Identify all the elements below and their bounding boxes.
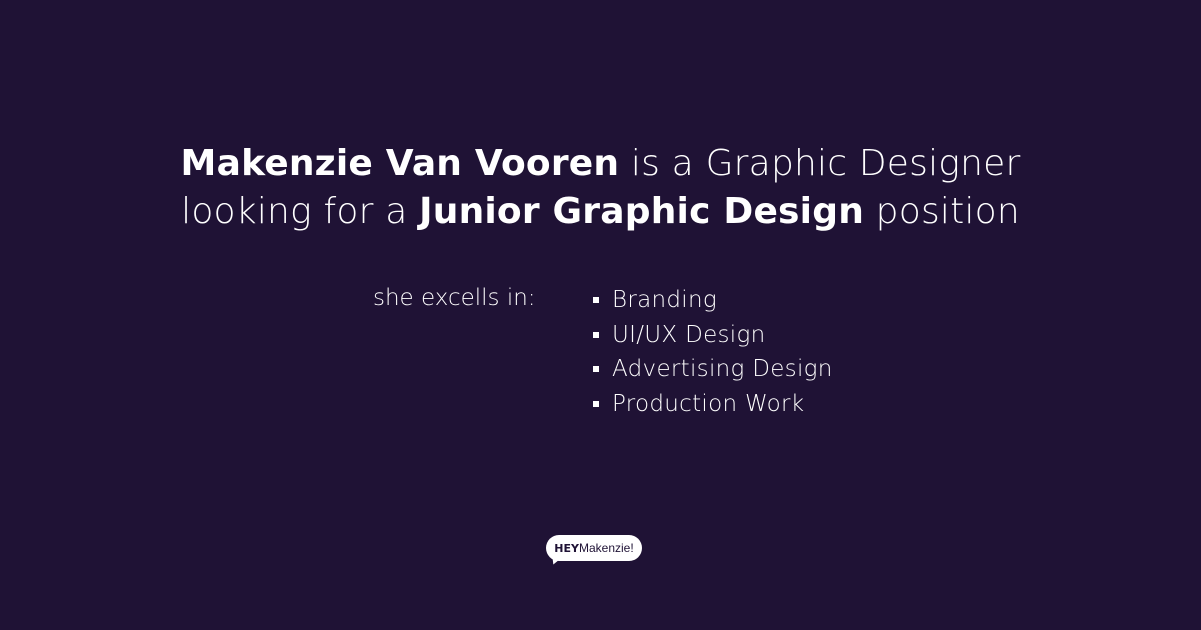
logo-hey-text: HEY [554, 541, 579, 555]
skill-label: UI/UX Design [612, 321, 766, 348]
skill-item-advertising-design: Advertising Design [593, 352, 833, 387]
skill-item-branding: Branding [593, 283, 833, 318]
skill-label: Advertising Design [612, 356, 833, 382]
skill-label: Branding [612, 287, 717, 313]
hey-makenzie-logo: HEY Makenzie! [546, 535, 642, 567]
logo-name-text: Makenzie! [578, 541, 634, 555]
skills-list: Branding UI/UX Design Advertising Design… [593, 283, 833, 421]
headline-line-2: looking for a Junior Graphic Design posi… [0, 188, 1201, 236]
square-bullet-icon [593, 400, 599, 407]
target-role: Junior Graphic Design [419, 191, 865, 232]
skill-item-ui-ux-design: UI/UX Design [593, 318, 833, 353]
square-bullet-icon [593, 366, 599, 373]
speech-bubble-icon: HEY Makenzie! [546, 535, 642, 561]
square-bullet-icon [593, 297, 599, 304]
skill-label: Production Work [612, 390, 805, 417]
headline: Makenzie Van Vooren is a Graphic Designe… [0, 140, 1201, 236]
skills-label: she excells in: [373, 285, 536, 311]
skill-item-production-work: Production Work [593, 387, 833, 422]
square-bullet-icon [593, 331, 599, 338]
headline-line-2-end: position [864, 191, 1020, 232]
headline-line-2-start: looking for a [181, 191, 420, 232]
headline-line-1: Makenzie Van Vooren is a Graphic Designe… [0, 140, 1201, 188]
headline-line-1-rest: is a Graphic Designer [619, 143, 1021, 184]
designer-name: Makenzie Van Vooren [180, 143, 620, 184]
